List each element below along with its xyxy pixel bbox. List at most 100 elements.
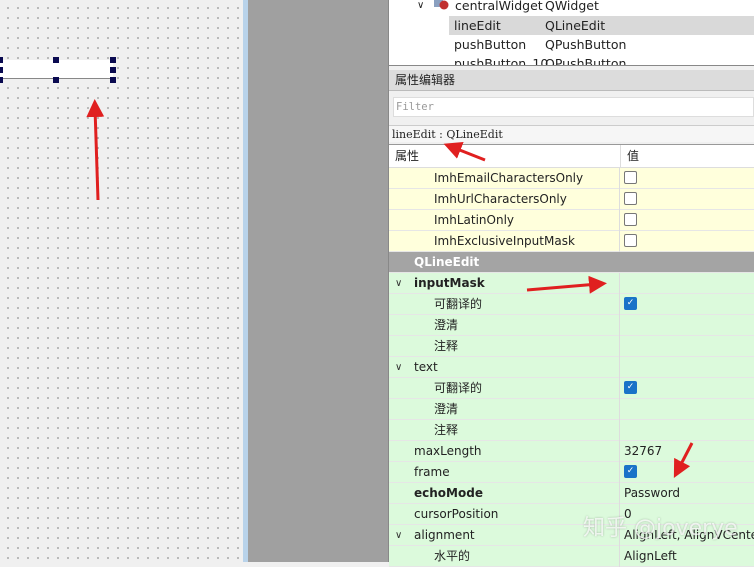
checkbox[interactable] [624, 192, 637, 205]
property-name-cell: ImhUrlCharactersOnly [389, 189, 620, 210]
property-name: maxLength [414, 444, 482, 458]
property-row[interactable]: ImhUrlCharactersOnly [389, 189, 754, 210]
property-row[interactable]: echoMode Password [389, 483, 754, 504]
property-row[interactable]: 水平的 AlignLeft [389, 546, 754, 567]
object-name: pushButton [454, 37, 527, 52]
property-row[interactable]: maxLength 32767 [389, 441, 754, 462]
property-row[interactable]: 澄清 [389, 399, 754, 420]
property-name-cell: 水平的 [389, 546, 620, 567]
resize-handle[interactable] [0, 77, 3, 83]
property-name-cell: ∨ text [389, 357, 620, 378]
property-name: 澄清 [434, 318, 459, 332]
property-name: 注释 [434, 423, 459, 437]
property-name-cell: 澄清 [389, 399, 620, 420]
property-value-cell[interactable] [621, 168, 754, 189]
watermark: 知乎 @joverye [583, 516, 738, 541]
property-value-cell[interactable] [621, 357, 754, 378]
filter-input[interactable]: Filter [393, 97, 754, 117]
property-row[interactable]: QLineEdit [389, 252, 754, 273]
tree-item-pushbutton-10[interactable]: pushButton_10 QPushButton [454, 54, 754, 66]
chevron-down-icon[interactable]: ∨ [395, 525, 402, 546]
property-name: ImhLatinOnly [434, 213, 515, 227]
property-name: QLineEdit [414, 255, 480, 269]
property-value-cell[interactable]: Password [621, 483, 754, 504]
property-value-cell[interactable]: ✓ [621, 462, 754, 483]
object-class: QPushButton [545, 37, 627, 52]
property-name: inputMask [414, 276, 485, 290]
column-header-property[interactable]: 属性 [389, 145, 621, 168]
checkbox[interactable]: ✓ [624, 381, 637, 394]
property-value-cell[interactable] [621, 273, 754, 294]
property-name-cell: maxLength [389, 441, 620, 462]
object-class: QWidget [545, 0, 599, 13]
property-name: 水平的 [434, 549, 471, 563]
property-name-cell: 注释 [389, 420, 620, 441]
property-name: 注释 [434, 339, 459, 353]
property-row[interactable]: frame ✓ [389, 462, 754, 483]
resize-handle[interactable] [110, 67, 116, 73]
tree-item-centralwidget[interactable]: centralWidget QWidget [455, 0, 599, 15]
property-value-cell[interactable]: AlignLeft [621, 546, 754, 567]
object-class: QPushButton [545, 56, 627, 66]
property-value-cell[interactable]: 32767 [621, 441, 754, 462]
tree-item-lineedit[interactable]: lineEdit QLineEdit [449, 16, 754, 35]
resize-handle[interactable] [0, 57, 3, 63]
object-name: lineEdit [454, 18, 501, 33]
object-class: QLineEdit [545, 18, 606, 33]
property-grid: 属性 值 ImhEmailCharactersOnly ImhUrlCharact… [389, 144, 754, 567]
property-value-cell[interactable]: ✓ [621, 378, 754, 399]
tree-item-pushbutton[interactable]: pushButton QPushButton [454, 35, 754, 54]
property-editor-title: 属性编辑器 [389, 70, 754, 91]
property-row[interactable]: 可翻译的 ✓ [389, 294, 754, 315]
chevron-down-icon[interactable]: ∨ [395, 357, 402, 378]
property-value-cell[interactable] [621, 420, 754, 441]
resize-handle[interactable] [110, 77, 116, 83]
property-value-cell[interactable] [621, 210, 754, 231]
checkbox[interactable]: ✓ [624, 297, 637, 310]
checkbox[interactable] [624, 213, 637, 226]
form-canvas[interactable] [0, 0, 243, 562]
property-name-cell: echoMode [389, 483, 620, 504]
property-row[interactable]: 注释 [389, 336, 754, 357]
property-row[interactable]: ImhEmailCharactersOnly [389, 168, 754, 189]
property-name: 可翻译的 [434, 297, 483, 311]
chevron-down-icon[interactable]: ∨ [395, 273, 402, 294]
widget-icon [433, 0, 449, 10]
property-row[interactable]: 可翻译的 ✓ [389, 378, 754, 399]
property-row[interactable]: ∨ text [389, 357, 754, 378]
property-name-cell: ImhExclusiveInputMask [389, 231, 620, 252]
resize-handle[interactable] [53, 77, 59, 83]
resize-handle[interactable] [53, 57, 59, 63]
property-name-cell: 可翻译的 [389, 378, 620, 399]
property-row[interactable]: ∨ inputMask [389, 273, 754, 294]
property-value-cell[interactable] [621, 336, 754, 357]
resize-handle[interactable] [110, 57, 116, 63]
property-row[interactable]: ImhExclusiveInputMask [389, 231, 754, 252]
property-name-cell: 澄清 [389, 315, 620, 336]
property-name: ImhUrlCharactersOnly [434, 192, 567, 206]
chevron-down-icon[interactable]: ∨ [417, 0, 424, 15]
property-row[interactable]: 澄清 [389, 315, 754, 336]
property-value: Password [624, 486, 681, 500]
property-name: alignment [414, 528, 475, 542]
property-value-cell[interactable] [621, 399, 754, 420]
checkbox[interactable] [624, 171, 637, 184]
property-name-cell: QLineEdit [389, 252, 754, 273]
property-name: 澄清 [434, 402, 459, 416]
property-value-cell[interactable] [621, 189, 754, 210]
checkbox[interactable]: ✓ [624, 465, 637, 478]
property-row[interactable]: 注释 [389, 420, 754, 441]
property-name-cell: ∨ inputMask [389, 273, 620, 294]
property-name-cell: ImhEmailCharactersOnly [389, 168, 620, 189]
property-row[interactable]: ImhLatinOnly [389, 210, 754, 231]
property-name: ImhEmailCharactersOnly [434, 171, 584, 185]
property-value-cell[interactable] [621, 315, 754, 336]
property-value-cell[interactable] [621, 231, 754, 252]
object-name: pushButton_10 [454, 56, 549, 66]
resize-handle[interactable] [0, 67, 3, 73]
property-value-cell[interactable]: ✓ [621, 294, 754, 315]
right-panel: ∨ centralWidget QWidget lineEdit QLineEdit… [388, 0, 754, 567]
property-name: cursorPosition [414, 507, 499, 521]
column-header-value[interactable]: 值 [621, 145, 754, 168]
checkbox[interactable] [624, 234, 637, 247]
